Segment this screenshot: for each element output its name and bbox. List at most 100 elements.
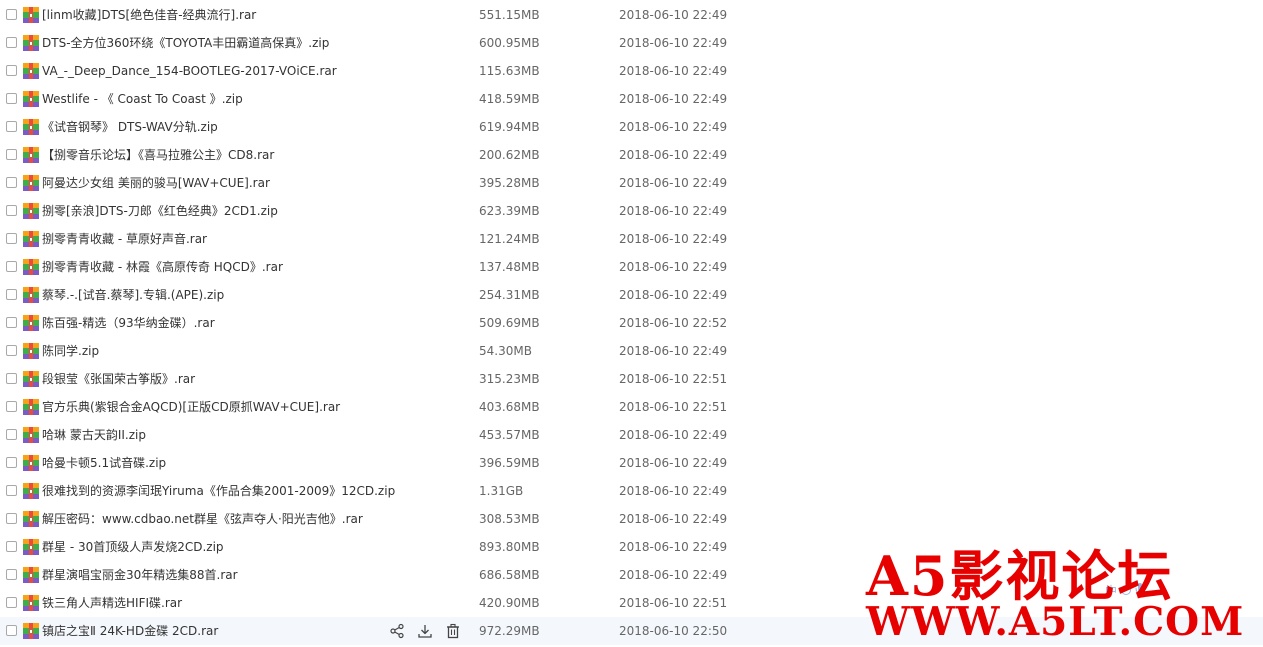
file-name[interactable]: Westlife - 《 Coast To Coast 》.zip [42, 85, 243, 113]
file-name[interactable]: 【捌零音乐论坛】《喜马拉雅公主》CD8.rar [42, 141, 274, 169]
file-row[interactable]: 陈同学.zip 54.30MB 2018-06-10 22:49 [0, 337, 1263, 365]
file-name[interactable]: 捌零青青收藏 - 草原好声音.rar [42, 225, 207, 253]
file-row[interactable]: 铁三角人声精选HIFI碟.rar 420.90MB 2018-06-10 22:51 [0, 589, 1263, 617]
row-checkbox[interactable] [6, 65, 17, 76]
file-name[interactable]: 官方乐典(紫银合金AQCD)[正版CD原抓WAV+CUE].rar [42, 393, 340, 421]
file-row[interactable]: 群星演唱宝丽金30年精选集88首.rar 686.58MB 2018-06-10 2… [0, 561, 1263, 589]
file-modified-date: 2018-06-10 22:51 [619, 400, 728, 414]
row-checkbox[interactable] [6, 233, 17, 244]
file-row[interactable]: 阿曼达少女组 美丽的骏马[WAV+CUE].rar 395.28MB 2018-06… [0, 169, 1263, 197]
row-checkbox[interactable] [6, 149, 17, 160]
file-name[interactable]: 阿曼达少女组 美丽的骏马[WAV+CUE].rar [42, 169, 270, 197]
ime-punct-icon[interactable] [1121, 585, 1132, 595]
file-name[interactable]: 陈同学.zip [42, 337, 99, 365]
file-name[interactable]: DTS-全方位360环绕《TOYOTA丰田霸道高保真》.zip [42, 29, 329, 57]
file-modified-date: 2018-06-10 22:49 [619, 344, 728, 358]
row-checkbox[interactable] [6, 541, 17, 552]
file-row[interactable]: 《试音钢琴》 DTS-WAV分轨.zip 619.94MB 2018-06-10 2… [0, 113, 1263, 141]
file-size: 686.58MB [479, 568, 540, 582]
archive-file-icon [23, 623, 39, 639]
file-name[interactable]: [linm收藏]DTS[绝色佳音-经典流行].rar [42, 1, 256, 29]
file-size: 420.90MB [479, 596, 540, 610]
file-row[interactable]: 捌零青青收藏 - 草原好声音.rar 121.24MB 2018-06-10 22:… [0, 225, 1263, 253]
file-row[interactable]: 很难找到的资源李闰珉Yiruma《作品合集2001-2009》12CD.zip 1… [0, 477, 1263, 505]
file-row[interactable]: 陈百强-精选（93华纳金碟）.rar 509.69MB 2018-06-10 22:… [0, 309, 1263, 337]
row-checkbox[interactable] [6, 261, 17, 272]
file-name[interactable]: 镇店之宝Ⅱ 24K-HD金碟 2CD.rar [42, 617, 218, 645]
file-name[interactable]: 很难找到的资源李闰珉Yiruma《作品合集2001-2009》12CD.zip [42, 477, 395, 505]
file-name[interactable]: VA_-_Deep_Dance_154-BOOTLEG-2017-VOiCE.r… [42, 57, 337, 85]
row-checkbox[interactable] [6, 121, 17, 132]
download-icon[interactable] [417, 623, 433, 639]
file-name[interactable]: 捌零青青收藏 - 林霞《高原传奇 HQCD》.rar [42, 253, 283, 281]
file-row[interactable]: DTS-全方位360环绕《TOYOTA丰田霸道高保真》.zip 600.95MB 2… [0, 29, 1263, 57]
file-name[interactable]: 解压密码：www.cdbao.net群星《弦声夺人·阳光吉他》.rar [42, 505, 363, 533]
file-name[interactable]: 群星演唱宝丽金30年精选集88首.rar [42, 561, 238, 589]
archive-file-icon [23, 7, 39, 23]
file-row[interactable]: 哈琳 蒙古天韵II.zip 453.57MB 2018-06-10 22:49 [0, 421, 1263, 449]
file-row[interactable]: [linm收藏]DTS[绝色佳音-经典流行].rar 551.15MB 2018-0… [0, 1, 1263, 29]
row-checkbox[interactable] [6, 345, 17, 356]
file-modified-date: 2018-06-10 22:51 [619, 596, 728, 610]
file-modified-date: 2018-06-10 22:49 [619, 92, 728, 106]
row-checkbox[interactable] [6, 373, 17, 384]
file-name[interactable]: 群星 - 30首顶级人声发烧2CD.zip [42, 533, 224, 561]
file-name[interactable]: 陈百强-精选（93华纳金碟）.rar [42, 309, 215, 337]
file-row[interactable]: 蔡琴.-.[试音.蔡琴].专辑.(APE).zip 254.31MB 2018-06… [0, 281, 1263, 309]
file-modified-date: 2018-06-10 22:49 [619, 148, 728, 162]
row-checkbox[interactable] [6, 513, 17, 524]
row-checkbox[interactable] [6, 485, 17, 496]
file-row[interactable]: 镇店之宝Ⅱ 24K-HD金碟 2CD.rar 972.29MB 2018-06-10… [0, 617, 1263, 645]
row-checkbox[interactable] [6, 93, 17, 104]
row-checkbox[interactable] [6, 401, 17, 412]
row-checkbox[interactable] [6, 569, 17, 580]
file-row[interactable]: 官方乐典(紫银合金AQCD)[正版CD原抓WAV+CUE].rar 403.68M… [0, 393, 1263, 421]
file-size: 395.28MB [479, 176, 540, 190]
row-checkbox[interactable] [6, 457, 17, 468]
file-row[interactable]: 段银莹《张国荣古筝版》.rar 315.23MB 2018-06-10 22:51 [0, 365, 1263, 393]
share-icon[interactable] [389, 623, 405, 639]
file-row[interactable]: Westlife - 《 Coast To Coast 》.zip 418.59M… [0, 85, 1263, 113]
file-name[interactable]: 蔡琴.-.[试音.蔡琴].专辑.(APE).zip [42, 281, 224, 309]
file-row[interactable]: VA_-_Deep_Dance_154-BOOTLEG-2017-VOiCE.r… [0, 57, 1263, 85]
file-modified-date: 2018-06-10 22:52 [619, 316, 728, 330]
file-row[interactable]: 哈曼卡顿5.1试音碟.zip 396.59MB 2018-06-10 22:49 [0, 449, 1263, 477]
file-name[interactable]: 铁三角人声精选HIFI碟.rar [42, 589, 182, 617]
file-name[interactable]: 《试音钢琴》 DTS-WAV分轨.zip [42, 113, 218, 141]
file-modified-date: 2018-06-10 22:49 [619, 232, 728, 246]
file-name[interactable]: 段银莹《张国荣古筝版》.rar [42, 365, 195, 393]
ime-mic-icon[interactable] [1135, 582, 1145, 599]
archive-file-icon [23, 371, 39, 387]
file-size: 600.95MB [479, 36, 540, 50]
row-checkbox[interactable] [6, 289, 17, 300]
row-checkbox[interactable] [6, 429, 17, 440]
row-checkbox[interactable] [6, 625, 17, 636]
file-modified-date: 2018-06-10 22:49 [619, 64, 728, 78]
file-size: 396.59MB [479, 456, 540, 470]
file-name[interactable]: 哈琳 蒙古天韵II.zip [42, 421, 146, 449]
ime-lang[interactable]: 中 [1105, 582, 1117, 599]
archive-file-icon [23, 35, 39, 51]
delete-icon[interactable] [445, 623, 461, 639]
file-name[interactable]: 哈曼卡顿5.1试音碟.zip [42, 449, 166, 477]
row-checkbox[interactable] [6, 9, 17, 20]
file-modified-date: 2018-06-10 22:49 [619, 8, 728, 22]
file-row[interactable]: 捌零青青收藏 - 林霞《高原传奇 HQCD》.rar 137.48MB 2018-0… [0, 253, 1263, 281]
archive-file-icon [23, 483, 39, 499]
row-checkbox[interactable] [6, 177, 17, 188]
file-size: 418.59MB [479, 92, 540, 106]
file-size: 1.31GB [479, 484, 524, 498]
file-modified-date: 2018-06-10 22:49 [619, 456, 728, 470]
file-row[interactable]: 解压密码：www.cdbao.net群星《弦声夺人·阳光吉他》.rar 308.5… [0, 505, 1263, 533]
file-name[interactable]: 捌零[亲浪]DTS-刀郎《红色经典》2CD1.zip [42, 197, 278, 225]
ime-toolbar[interactable]: 中 [1105, 581, 1145, 599]
file-modified-date: 2018-06-10 22:49 [619, 36, 728, 50]
file-row[interactable]: 捌零[亲浪]DTS-刀郎《红色经典》2CD1.zip 623.39MB 2018-0… [0, 197, 1263, 225]
row-checkbox[interactable] [6, 37, 17, 48]
file-row[interactable]: 【捌零音乐论坛】《喜马拉雅公主》CD8.rar 200.62MB 2018-06-1… [0, 141, 1263, 169]
row-checkbox[interactable] [6, 205, 17, 216]
archive-file-icon [23, 175, 39, 191]
file-row[interactable]: 群星 - 30首顶级人声发烧2CD.zip 893.80MB 2018-06-10 … [0, 533, 1263, 561]
row-checkbox[interactable] [6, 597, 17, 608]
row-checkbox[interactable] [6, 317, 17, 328]
